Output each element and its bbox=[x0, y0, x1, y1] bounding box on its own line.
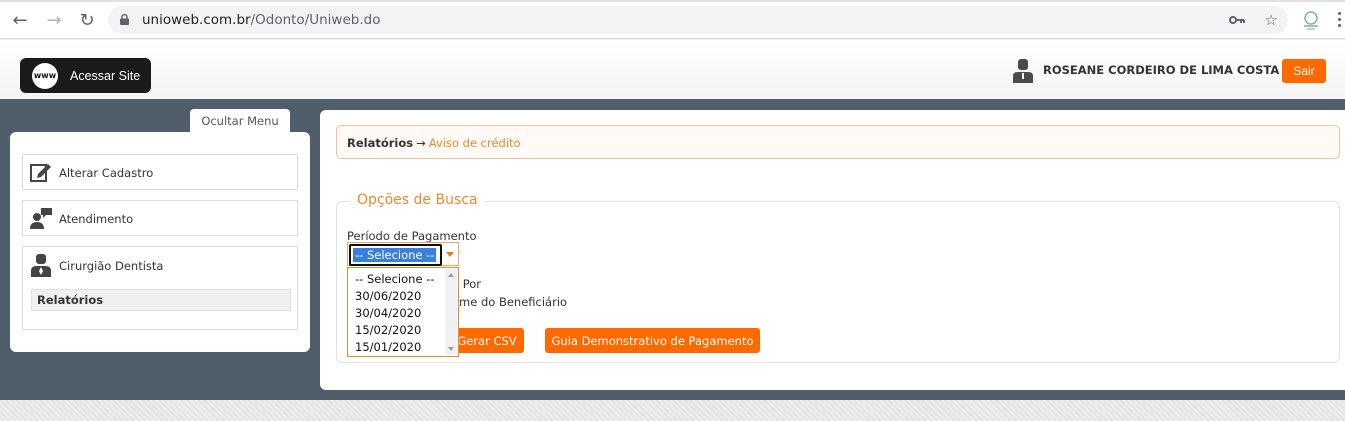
scroll-down-icon[interactable] bbox=[448, 347, 454, 351]
url-text: unioweb.com.br/Odonto/Uniweb.do bbox=[142, 12, 380, 28]
dropdown-scrollbar[interactable] bbox=[445, 269, 457, 355]
user-icon bbox=[1013, 59, 1033, 83]
menu-kebab-icon[interactable] bbox=[1336, 10, 1342, 30]
access-site-label: Acessar Site bbox=[70, 68, 141, 83]
breadcrumb-separator: → bbox=[416, 136, 426, 150]
breadcrumb: Relatórios → Aviso de crédito bbox=[336, 125, 1340, 159]
url-host: unioweb.com.br bbox=[142, 12, 251, 28]
sidebar-item-alterar-cadastro[interactable]: Alterar Cadastro bbox=[22, 154, 298, 190]
scroll-up-icon[interactable] bbox=[448, 273, 454, 277]
lock-icon bbox=[120, 14, 129, 25]
breadcrumb-current: Aviso de crédito bbox=[428, 136, 521, 150]
period-option[interactable]: 30/04/2020 bbox=[355, 306, 421, 320]
breadcrumb-root[interactable]: Relatórios bbox=[347, 136, 413, 150]
reload-icon[interactable]: ↻ bbox=[75, 8, 99, 32]
hide-menu-button[interactable]: Ocultar Menu bbox=[190, 109, 290, 133]
sidebar-item-cirurgiao-dentista[interactable]: Cirurgião Dentista Relatórios bbox=[22, 246, 298, 330]
sidebar-item-label: Atendimento bbox=[59, 212, 134, 226]
user-name: ROSEANE CORDEIRO DE LIMA COSTA bbox=[1043, 63, 1280, 77]
star-icon[interactable]: ☆ bbox=[1262, 11, 1280, 29]
period-option[interactable]: 15/02/2020 bbox=[355, 323, 421, 337]
edit-icon bbox=[30, 164, 51, 182]
main-content: Relatórios → Aviso de crédito Opções de Bu… bbox=[320, 110, 1345, 390]
period-label: Período de Pagamento bbox=[347, 229, 477, 243]
sidebar-item-atendimento[interactable]: Atendimento bbox=[22, 200, 298, 236]
period-select-text: -- Selecione -- bbox=[353, 248, 437, 262]
period-select-value: -- Selecione -- bbox=[349, 244, 442, 266]
period-option[interactable]: 15/01/2020 bbox=[355, 340, 421, 354]
chat-user-icon bbox=[30, 208, 52, 229]
dentist-icon bbox=[31, 254, 51, 277]
back-icon[interactable]: ← bbox=[8, 8, 32, 32]
period-option[interactable]: 30/06/2020 bbox=[355, 289, 421, 303]
browser-toolbar: ← → ↻ unioweb.com.br/Odonto/Uniweb.do ☆ bbox=[0, 0, 1345, 39]
period-option[interactable]: -- Selecione -- bbox=[355, 272, 434, 286]
extension-icon[interactable] bbox=[1300, 9, 1322, 31]
payment-guide-button[interactable]: Guia Demonstrativo de Pagamento bbox=[545, 328, 760, 353]
access-site-button[interactable]: www Acessar Site bbox=[20, 58, 151, 93]
sidebar: Alterar Cadastro Atendimento Cirurgião D… bbox=[10, 132, 310, 352]
order-by-beneficiary-option[interactable]: ome do Beneficiário bbox=[452, 295, 567, 309]
www-globe-icon: www bbox=[32, 62, 58, 89]
sidebar-subitem-relatorios[interactable]: Relatórios bbox=[31, 289, 291, 311]
period-select[interactable]: -- Selecione -- bbox=[347, 242, 459, 266]
address-bar[interactable]: unioweb.com.br/Odonto/Uniweb.do ☆ bbox=[108, 6, 1288, 34]
logout-button[interactable]: Sair bbox=[1282, 59, 1326, 83]
url-path: /Odonto/Uniweb.do bbox=[250, 12, 381, 28]
sidebar-item-label: Cirurgião Dentista bbox=[59, 259, 164, 273]
generate-csv-button[interactable]: Gerar CSV bbox=[450, 328, 524, 353]
sidebar-item-label: Alterar Cadastro bbox=[59, 166, 154, 180]
search-options-legend: Opções de Busca bbox=[351, 192, 484, 208]
key-icon[interactable] bbox=[1228, 11, 1246, 29]
page-footer bbox=[0, 400, 1345, 421]
chevron-down-icon bbox=[446, 252, 454, 257]
period-dropdown-list[interactable]: -- Selecione -- 30/06/2020 30/04/2020 15… bbox=[347, 267, 459, 357]
forward-icon[interactable]: → bbox=[42, 8, 66, 32]
tabstrip-edge bbox=[0, 0, 1345, 2]
